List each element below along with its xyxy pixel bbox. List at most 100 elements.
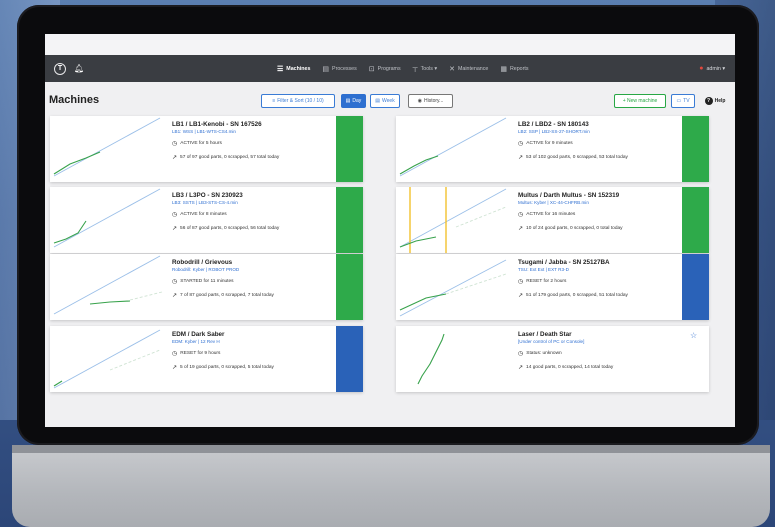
machine-status-row: ◷ ACTIVE for 9 minutes xyxy=(518,140,683,147)
machine-status-indicator xyxy=(336,254,363,320)
machine-status-indicator xyxy=(682,116,709,182)
favorite-star-icon[interactable]: ☆ xyxy=(690,331,697,340)
nav-item-programs[interactable]: ⊡ Programs xyxy=(369,65,401,73)
machine-card[interactable]: Multus / Darth Multus - SN 152319 Multus:… xyxy=(396,187,709,253)
machine-status-row: ◷ Status: unknown xyxy=(518,350,683,357)
machine-program[interactable]: EDM: Kyber | 12 Rev H xyxy=(172,339,337,344)
machine-program[interactable]: LB1: WSS | LB1-WTS-CS4.min xyxy=(172,129,337,134)
machine-card[interactable]: Robodrill / Grievous Robodrill: Kyber | R… xyxy=(50,254,363,320)
filter-icon: ≡ xyxy=(272,98,276,104)
new-machine-button[interactable]: + New machine xyxy=(614,94,666,108)
machine-title[interactable]: LB3 / L3PO - SN 230923 xyxy=(172,192,337,199)
clock-icon: ◷ xyxy=(172,212,178,218)
trend-icon: ↗ xyxy=(172,226,178,232)
help-icon: ? xyxy=(704,97,713,105)
machine-info: Tsugami / Jabba - SN 25127BA TSU: Ext Ext… xyxy=(518,259,683,299)
day-button[interactable]: ▤ Day xyxy=(341,94,366,108)
bell-icon[interactable]: 🔔︎ xyxy=(74,64,84,73)
machine-status-row: ◷ RESET for 2 hours xyxy=(518,278,683,285)
filter-sort-button[interactable]: ≡ Filter & Sort (10 / 10) xyxy=(261,94,335,108)
nav-item-tools[interactable]: ┬ Tools ▾ xyxy=(413,65,437,72)
machine-title[interactable]: Robodrill / Grievous xyxy=(172,259,337,266)
machine-parts-chart xyxy=(399,259,507,317)
machine-parts-chart xyxy=(53,188,161,248)
nav-item-machines[interactable]: ☰ Machines xyxy=(277,65,310,73)
machine-program[interactable]: TSU: Ext Ext | EXT R3-D xyxy=(518,267,683,272)
machine-program[interactable]: LB2: SSP | LB2-SS-27-SHORT.min xyxy=(518,129,683,134)
week-label: Week xyxy=(382,98,395,104)
machine-status: ACTIVE for 5 hours xyxy=(180,141,222,146)
clock-icon: ◷ xyxy=(172,279,178,285)
tools-icon: ┬ xyxy=(412,65,418,72)
machine-parts: 14 good parts, 0 scrapped, 14 total toda… xyxy=(526,365,614,370)
machine-program[interactable]: LB3: SSTS | LB3-STS-CS-4.min xyxy=(172,200,337,205)
machine-status: RESET for 9 hours xyxy=(180,351,221,356)
page-title: Machines xyxy=(49,94,100,106)
machine-status-indicator xyxy=(682,254,709,320)
machine-info: Laser / Death Star [Under control of PC o… xyxy=(518,331,683,371)
machine-card[interactable]: Laser / Death Star [Under control of PC o… xyxy=(396,326,709,392)
nav-item-label: Machines xyxy=(286,65,311,72)
machine-card[interactable]: LB1 / LB1-Kenobi - SN 167526 LB1: WSS | L… xyxy=(50,116,363,182)
machine-parts: 5 of 19 good parts, 0 scrapped, 5 total … xyxy=(180,365,274,370)
user-name: admin ▾ xyxy=(706,65,725,72)
nav-item-processes[interactable]: ▤ Processes xyxy=(322,65,356,73)
machine-parts-row: ↗ 56 of 87 good parts, 0 scrapped, 56 tot… xyxy=(172,225,337,232)
machine-parts-chart xyxy=(53,255,163,315)
tv-button[interactable]: ▭ TV xyxy=(671,94,695,108)
machine-parts-row: ↗ 14 good parts, 0 scrapped, 14 total tod… xyxy=(518,364,683,371)
trend-icon: ↗ xyxy=(518,293,524,299)
nav-item-label: Tools ▾ xyxy=(420,65,438,72)
machine-title[interactable]: Multus / Darth Multus - SN 152319 xyxy=(518,192,683,199)
user-menu[interactable]: ● admin ▾ xyxy=(699,55,725,82)
clock-icon: ◷ xyxy=(518,279,524,285)
machine-status: ACTIVE for 8 minutes xyxy=(180,212,227,217)
machine-title[interactable]: LB2 / LBD2 - SN 180143 xyxy=(518,121,683,128)
machine-program[interactable]: Multus: Kyber | XC-44-CHFRB.min xyxy=(518,200,683,205)
week-button[interactable]: ▤ Week xyxy=(370,94,400,108)
machine-status-row: ◷ ACTIVE for 5 hours xyxy=(172,140,337,147)
machine-parts-chart xyxy=(53,117,161,177)
machine-card[interactable]: LB2 / LBD2 - SN 180143 LB2: SSP | LB2-SS-… xyxy=(396,116,709,182)
machine-parts-chart xyxy=(399,187,507,253)
machine-parts: 53 of 102 good parts, 0 scrapped, 53 tot… xyxy=(526,155,628,160)
machine-card[interactable]: Tsugami / Jabba - SN 25127BA TSU: Ext Ext… xyxy=(396,254,709,320)
help-button[interactable]: ? Help xyxy=(700,94,730,108)
machine-title[interactable]: EDM / Dark Saber xyxy=(172,331,337,338)
machine-title[interactable]: Laser / Death Star xyxy=(518,331,683,338)
clock-icon: ◷ xyxy=(172,351,178,357)
machine-status: STARTED for 11 minutes xyxy=(180,279,234,284)
help-label: Help xyxy=(714,98,726,104)
maintenance-icon: ✕ xyxy=(449,65,455,73)
machine-status-row: ◷ ACTIVE for 8 minutes xyxy=(172,211,337,218)
clock-icon: ◷ xyxy=(518,351,524,357)
trend-icon: ↗ xyxy=(172,293,178,299)
nav-item-reports[interactable]: ▦ Reports xyxy=(500,65,528,73)
machine-card[interactable]: LB3 / L3PO - SN 230923 LB3: SSTS | LB3-ST… xyxy=(50,187,363,253)
history-icon: ◉ xyxy=(417,98,422,104)
machine-card[interactable]: EDM / Dark Saber EDM: Kyber | 12 Rev H ◷ RE… xyxy=(50,326,363,392)
machine-program[interactable]: Robodrill: Kyber | ROBOT PROD xyxy=(172,267,337,272)
history-button[interactable]: ◉ History... xyxy=(408,94,453,108)
nav-item-label: Programs xyxy=(377,65,401,72)
clock-icon: ◷ xyxy=(518,141,524,147)
monitor-chin xyxy=(12,445,770,527)
machine-status: ACTIVE for 16 minutes xyxy=(526,212,576,217)
nav-item-label: Reports xyxy=(509,65,529,72)
nav-item-maintenance[interactable]: ✕ Maintenance xyxy=(449,65,488,73)
screen: T 🔔︎ ☰ Machines ▤ Processes ⊡ Programs ┬ Tools … xyxy=(45,34,735,427)
nav-item-label: Processes xyxy=(332,65,357,72)
machine-program[interactable]: [Under control of PC or Console] xyxy=(518,339,683,344)
machine-title[interactable]: LB1 / LB1-Kenobi - SN 167526 xyxy=(172,121,337,128)
app-logo[interactable]: T xyxy=(54,62,66,75)
machine-status-row: ◷ STARTED for 11 minutes xyxy=(172,278,337,285)
machine-status-indicator xyxy=(336,116,363,182)
machine-parts-row: ↗ 10 of 24 good parts, 0 scrapped, 0 tota… xyxy=(518,225,683,232)
toolbar: Machines ≡ Filter & Sort (10 / 10) ▤ Day… xyxy=(45,82,735,116)
clock-icon: ◷ xyxy=(172,141,178,147)
top-strip xyxy=(45,34,735,55)
machine-parts-row: ↗ 57 of 97 good parts, 0 scrapped, 57 tot… xyxy=(172,154,337,161)
machine-title[interactable]: Tsugami / Jabba - SN 25127BA xyxy=(518,259,683,266)
navbar: T 🔔︎ ☰ Machines ▤ Processes ⊡ Programs ┬ Tools … xyxy=(45,55,735,82)
tv-label: TV xyxy=(683,98,690,104)
